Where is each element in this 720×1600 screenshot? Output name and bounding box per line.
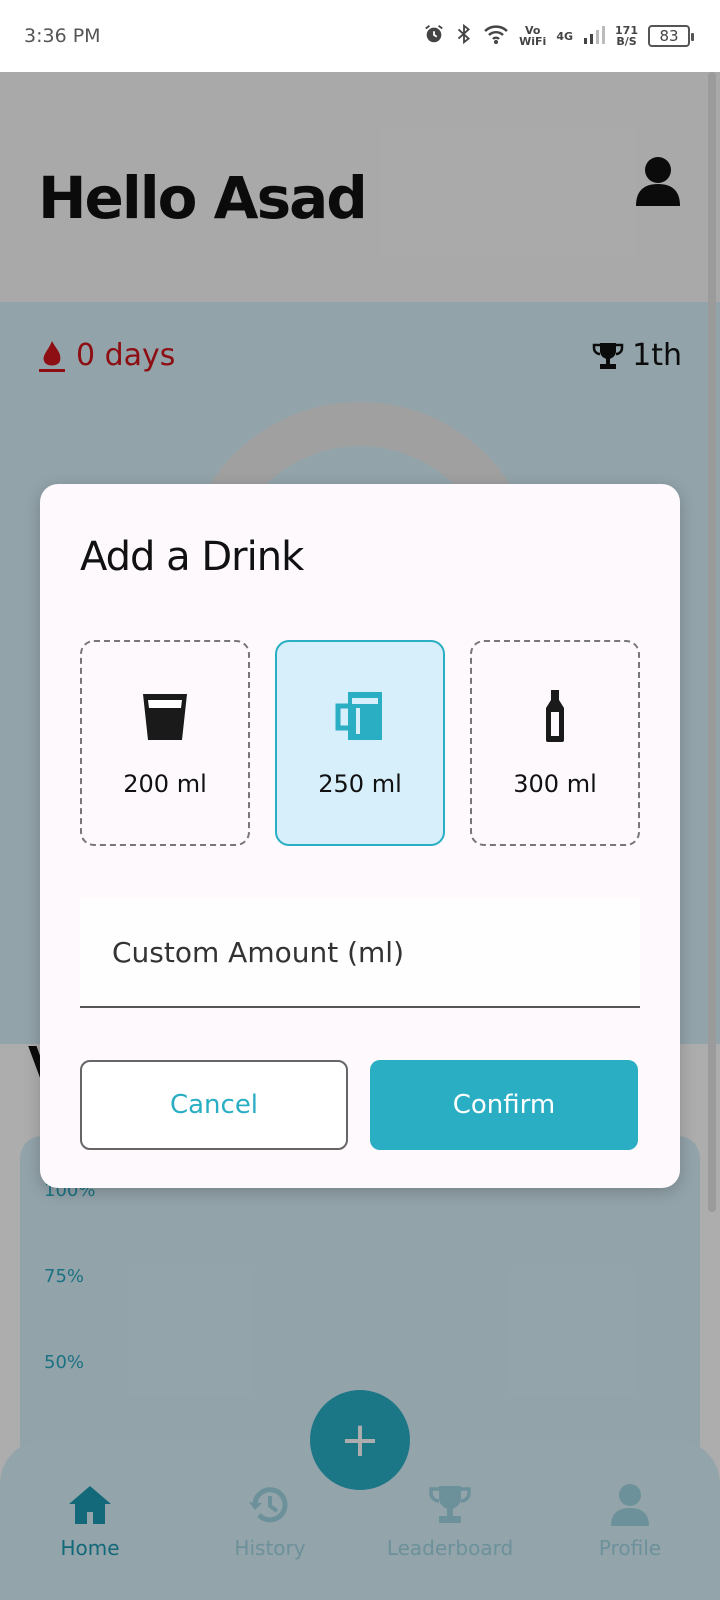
option-amount: 200 ml xyxy=(123,770,207,798)
alarm-icon xyxy=(423,23,445,50)
option-250ml[interactable]: 250 ml xyxy=(275,640,445,846)
bluetooth-icon xyxy=(455,23,473,50)
status-time: 3:36 PM xyxy=(24,25,101,47)
wifi-icon xyxy=(483,23,509,50)
option-amount: 300 ml xyxy=(513,770,597,798)
option-amount: 250 ml xyxy=(318,770,402,798)
network-speed: 171 B/S xyxy=(615,24,638,48)
confirm-button[interactable]: Confirm xyxy=(370,1060,638,1150)
glass-icon xyxy=(143,694,187,740)
battery-indicator: 83 xyxy=(648,25,694,47)
custom-amount-field xyxy=(80,898,640,1008)
status-icons: Vo WiFi 4G 171 B/S 83 xyxy=(423,23,694,50)
volte-indicator: Vo WiFi xyxy=(519,24,547,48)
network-type: 4G xyxy=(556,29,574,43)
cancel-button[interactable]: Cancel xyxy=(80,1060,348,1150)
option-200ml[interactable]: 200 ml xyxy=(80,640,250,846)
status-bar: 3:36 PM Vo WiFi 4G 171 B/S 83 xyxy=(0,0,720,72)
mug-icon xyxy=(335,692,382,740)
signal-icon xyxy=(583,23,606,50)
add-drink-dialog: Add a Drink 200 ml 250 ml 300 ml Custom … xyxy=(40,484,680,1188)
bottle-icon xyxy=(546,690,564,742)
option-300ml[interactable]: 300 ml xyxy=(470,640,640,846)
dialog-title: Add a Drink xyxy=(80,534,304,580)
custom-amount-input[interactable] xyxy=(80,898,640,1006)
drink-size-options: 200 ml 250 ml 300 ml xyxy=(80,640,640,846)
